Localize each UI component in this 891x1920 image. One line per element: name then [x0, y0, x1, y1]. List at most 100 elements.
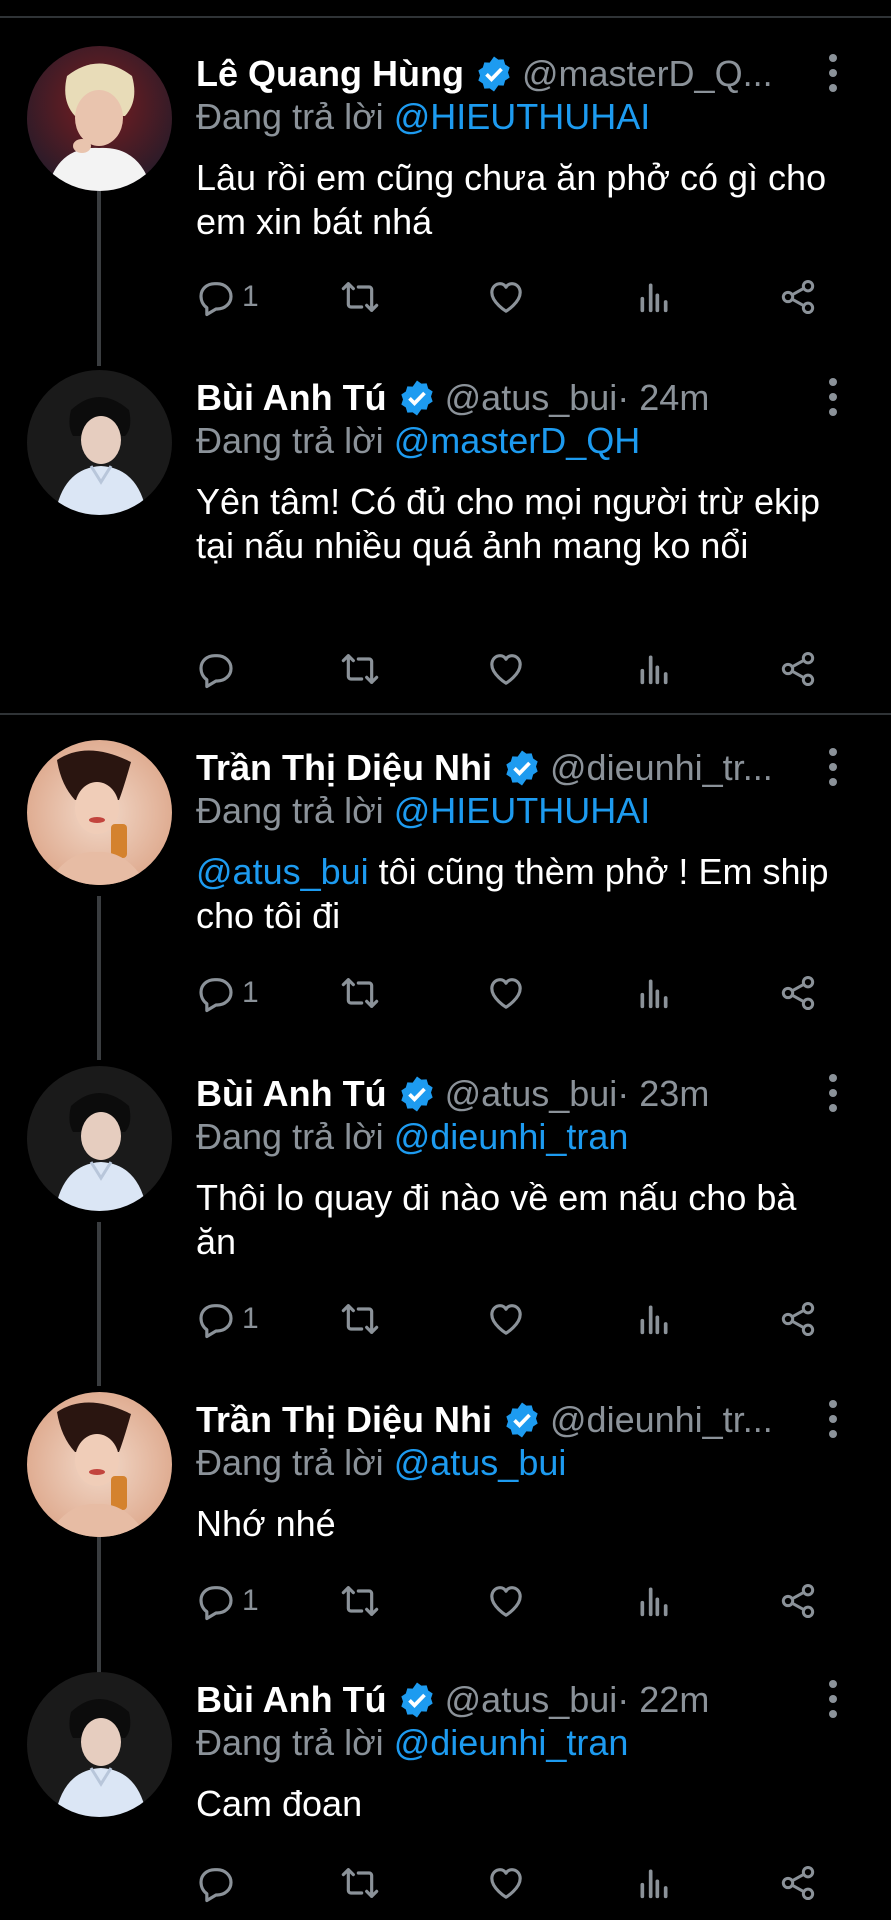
- views-icon: [640, 283, 668, 313]
- views-button[interactable]: [634, 968, 674, 1018]
- retweet-icon: [341, 654, 379, 684]
- tweet-text: Thôi lo quay đi nào về em nấu cho bà ăn: [196, 1176, 836, 1264]
- share-button[interactable]: [778, 1858, 818, 1908]
- more-icon[interactable]: [818, 50, 848, 96]
- tweet-body: Cam đoan: [196, 1783, 363, 1824]
- reply-mention[interactable]: @dieunhi_tran: [394, 1722, 629, 1763]
- share-button[interactable]: [778, 968, 818, 1018]
- share-button[interactable]: [778, 272, 818, 322]
- share-icon: [781, 1584, 815, 1618]
- views-button[interactable]: [634, 272, 674, 322]
- reply-mention[interactable]: @masterD_QH: [394, 420, 641, 461]
- more-icon[interactable]: [818, 374, 848, 420]
- retweet-button[interactable]: [340, 644, 380, 694]
- views-icon: [640, 1869, 668, 1899]
- author-name[interactable]: Trần Thị Diệu Nhi: [196, 1399, 492, 1441]
- author-handle[interactable]: @atus_bui: [445, 1073, 618, 1115]
- avatar[interactable]: [27, 740, 172, 885]
- reply-button[interactable]: 1: [196, 272, 259, 322]
- reply-mention[interactable]: @dieunhi_tran: [394, 1116, 629, 1157]
- avatar[interactable]: [27, 46, 172, 191]
- author-handle[interactable]: @dieunhi_tr...: [550, 747, 773, 789]
- more-icon[interactable]: [818, 1676, 848, 1722]
- reply-icon: [199, 282, 233, 317]
- retweet-icon: [341, 282, 379, 312]
- reply-icon: [199, 1586, 233, 1621]
- views-icon: [640, 1305, 668, 1335]
- views-icon: [640, 979, 668, 1009]
- tweet-text: Cam đoan: [196, 1782, 836, 1826]
- more-icon[interactable]: [818, 1396, 848, 1442]
- text-mention[interactable]: @atus_bui: [196, 851, 369, 892]
- avatar[interactable]: [27, 1066, 172, 1211]
- avatar[interactable]: [27, 1392, 172, 1537]
- author-name[interactable]: Bùi Anh Tú: [196, 377, 387, 419]
- reply-icon: [199, 1304, 233, 1339]
- author-name[interactable]: Lê Quang Hùng: [196, 53, 464, 95]
- reply-icon: [199, 1868, 233, 1903]
- heart-icon: [490, 654, 522, 685]
- tweet-actions: [196, 644, 836, 694]
- like-button[interactable]: [486, 1294, 526, 1344]
- like-button[interactable]: [486, 272, 526, 322]
- more-icon[interactable]: [818, 1070, 848, 1116]
- reply-count: 1: [242, 976, 259, 1009]
- retweet-button[interactable]: [340, 1858, 380, 1908]
- views-button[interactable]: [634, 1576, 674, 1626]
- tweet-actions: 1: [196, 1294, 836, 1344]
- tweet-text: Yên tâm! Có đủ cho mọi người trừ ekip tạ…: [196, 480, 836, 568]
- like-button[interactable]: [486, 644, 526, 694]
- author-handle[interactable]: @atus_bui: [445, 1679, 618, 1721]
- tweet-body: Yên tâm! Có đủ cho mọi người trừ ekip tạ…: [196, 481, 821, 566]
- thread-line: [97, 896, 101, 1060]
- share-button[interactable]: [778, 644, 818, 694]
- reply-button[interactable]: [196, 1858, 242, 1908]
- verified-badge-icon: [506, 750, 538, 786]
- share-icon: [781, 1866, 815, 1900]
- views-button[interactable]: [634, 1294, 674, 1344]
- share-button[interactable]: [778, 1576, 818, 1626]
- like-button[interactable]: [486, 1576, 526, 1626]
- retweet-button[interactable]: [340, 1294, 380, 1344]
- reply-button[interactable]: 1: [196, 1576, 259, 1626]
- reply-mention[interactable]: @HIEUTHUHAI: [394, 96, 651, 137]
- tweet-time: · 23m: [617, 1073, 710, 1114]
- retweet-button[interactable]: [340, 1576, 380, 1626]
- author-name[interactable]: Bùi Anh Tú: [196, 1679, 387, 1721]
- verified-badge-icon: [506, 1402, 538, 1438]
- tweet-actions: 1: [196, 272, 836, 322]
- share-icon: [781, 652, 815, 686]
- views-icon: [640, 1587, 668, 1617]
- share-icon: [781, 976, 815, 1010]
- verified-badge-icon: [478, 56, 510, 92]
- like-button[interactable]: [486, 968, 526, 1018]
- reply-prefix: Đang trả lời: [196, 790, 384, 831]
- thread-divider: [0, 713, 891, 715]
- tweet-actions: 1: [196, 968, 836, 1018]
- views-button[interactable]: [634, 644, 674, 694]
- more-icon[interactable]: [818, 744, 848, 790]
- share-button[interactable]: [778, 1294, 818, 1344]
- retweet-button[interactable]: [340, 968, 380, 1018]
- retweet-icon: [341, 1304, 379, 1334]
- views-button[interactable]: [634, 1858, 674, 1908]
- avatar[interactable]: [27, 1672, 172, 1817]
- tweet-body: Nhớ nhé: [196, 1503, 336, 1544]
- author-handle[interactable]: @atus_bui: [445, 377, 618, 419]
- reply-mention[interactable]: @HIEUTHUHAI: [394, 790, 651, 831]
- tweet-actions: [196, 1858, 836, 1908]
- author-name[interactable]: Bùi Anh Tú: [196, 1073, 387, 1115]
- reply-button[interactable]: 1: [196, 968, 259, 1018]
- tweet-text: @atus_bui tôi cũng thèm phở ! Em ship ch…: [196, 850, 836, 938]
- reply-button[interactable]: [196, 644, 242, 694]
- avatar[interactable]: [27, 370, 172, 515]
- author-name[interactable]: Trần Thị Diệu Nhi: [196, 747, 492, 789]
- author-handle[interactable]: @masterD_Q...: [522, 53, 773, 95]
- reply-mention[interactable]: @atus_bui: [394, 1442, 567, 1483]
- heart-icon: [490, 978, 522, 1009]
- like-button[interactable]: [486, 1858, 526, 1908]
- retweet-button[interactable]: [340, 272, 380, 322]
- author-handle[interactable]: @dieunhi_tr...: [550, 1399, 773, 1441]
- replying-to: Đang trả lời @dieunhi_tran: [196, 1116, 628, 1158]
- reply-button[interactable]: 1: [196, 1294, 259, 1344]
